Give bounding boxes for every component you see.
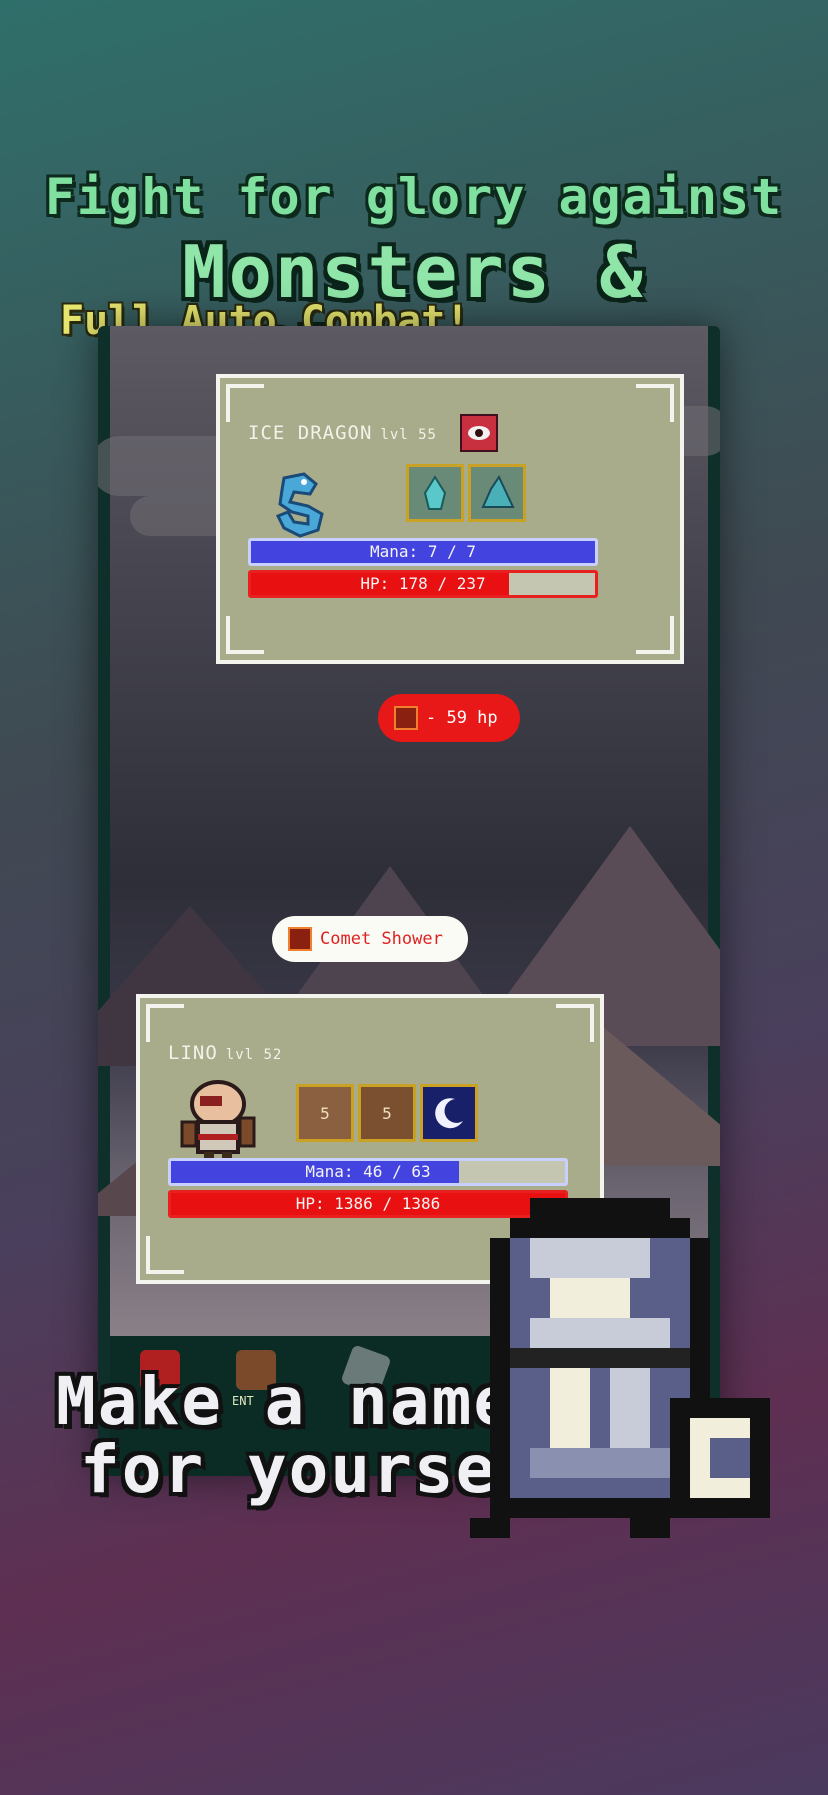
enemy-skill-ice-shard-icon[interactable] bbox=[406, 464, 464, 522]
enemy-mana-text: Mana: 7 / 7 bbox=[370, 542, 476, 561]
player-name-row: LINO lvl 52 bbox=[168, 1042, 282, 1064]
enemy-level: lvl 55 bbox=[380, 427, 437, 443]
panel-corner bbox=[636, 616, 674, 654]
tagline-line-1: Make a name bbox=[56, 1363, 516, 1440]
panel-corner bbox=[226, 616, 264, 654]
comet-icon bbox=[394, 706, 418, 730]
spell-popup-text: Comet Shower bbox=[320, 929, 443, 949]
panel-corner bbox=[636, 384, 674, 422]
comet-icon bbox=[288, 927, 312, 951]
panel-corner bbox=[226, 384, 264, 422]
headline-fight-for-glory: Fight for glory against bbox=[44, 168, 784, 226]
damage-popup-text: - 59 hp bbox=[426, 708, 498, 728]
player-skill-moon-icon[interactable] bbox=[420, 1084, 478, 1142]
player-warrior-sprite bbox=[180, 1080, 256, 1164]
player-level: lvl 52 bbox=[225, 1047, 283, 1063]
spell-popup: Comet Shower bbox=[272, 916, 468, 962]
enemy-name-row: ICE DRAGON lvl 55 bbox=[248, 422, 437, 444]
ice-dragon-sprite bbox=[275, 472, 324, 538]
panel-corner bbox=[146, 1236, 184, 1274]
enemy-name: ICE DRAGON bbox=[248, 422, 373, 444]
player-skill-claw-icon[interactable]: 5 bbox=[358, 1084, 416, 1142]
knight-helmet-sprite bbox=[470, 1198, 770, 1538]
panel-corner bbox=[556, 1004, 594, 1042]
enemy-panel: ICE DRAGON lvl 55 Mana: 7 / 7 HP: 178 / 2… bbox=[216, 374, 684, 664]
panel-corner bbox=[146, 1004, 184, 1042]
enemy-mana-bar: Mana: 7 / 7 bbox=[248, 538, 598, 566]
player-skill-strength-icon[interactable]: 5 bbox=[296, 1084, 354, 1142]
player-mana-bar: Mana: 46 / 63 bbox=[168, 1158, 568, 1186]
enemy-skill-ice-crystal-icon[interactable] bbox=[468, 464, 526, 522]
eye-status-icon[interactable] bbox=[460, 414, 498, 452]
player-mana-text: Mana: 46 / 63 bbox=[305, 1162, 431, 1181]
enemy-hp-text: HP: 178 / 237 bbox=[360, 574, 486, 593]
damage-popup: - 59 hp bbox=[378, 694, 520, 742]
enemy-hp-bar: HP: 178 / 237 bbox=[248, 570, 598, 598]
skill-count: 5 bbox=[382, 1103, 392, 1123]
player-name: LINO bbox=[168, 1042, 218, 1064]
skill-count: 5 bbox=[320, 1103, 330, 1123]
